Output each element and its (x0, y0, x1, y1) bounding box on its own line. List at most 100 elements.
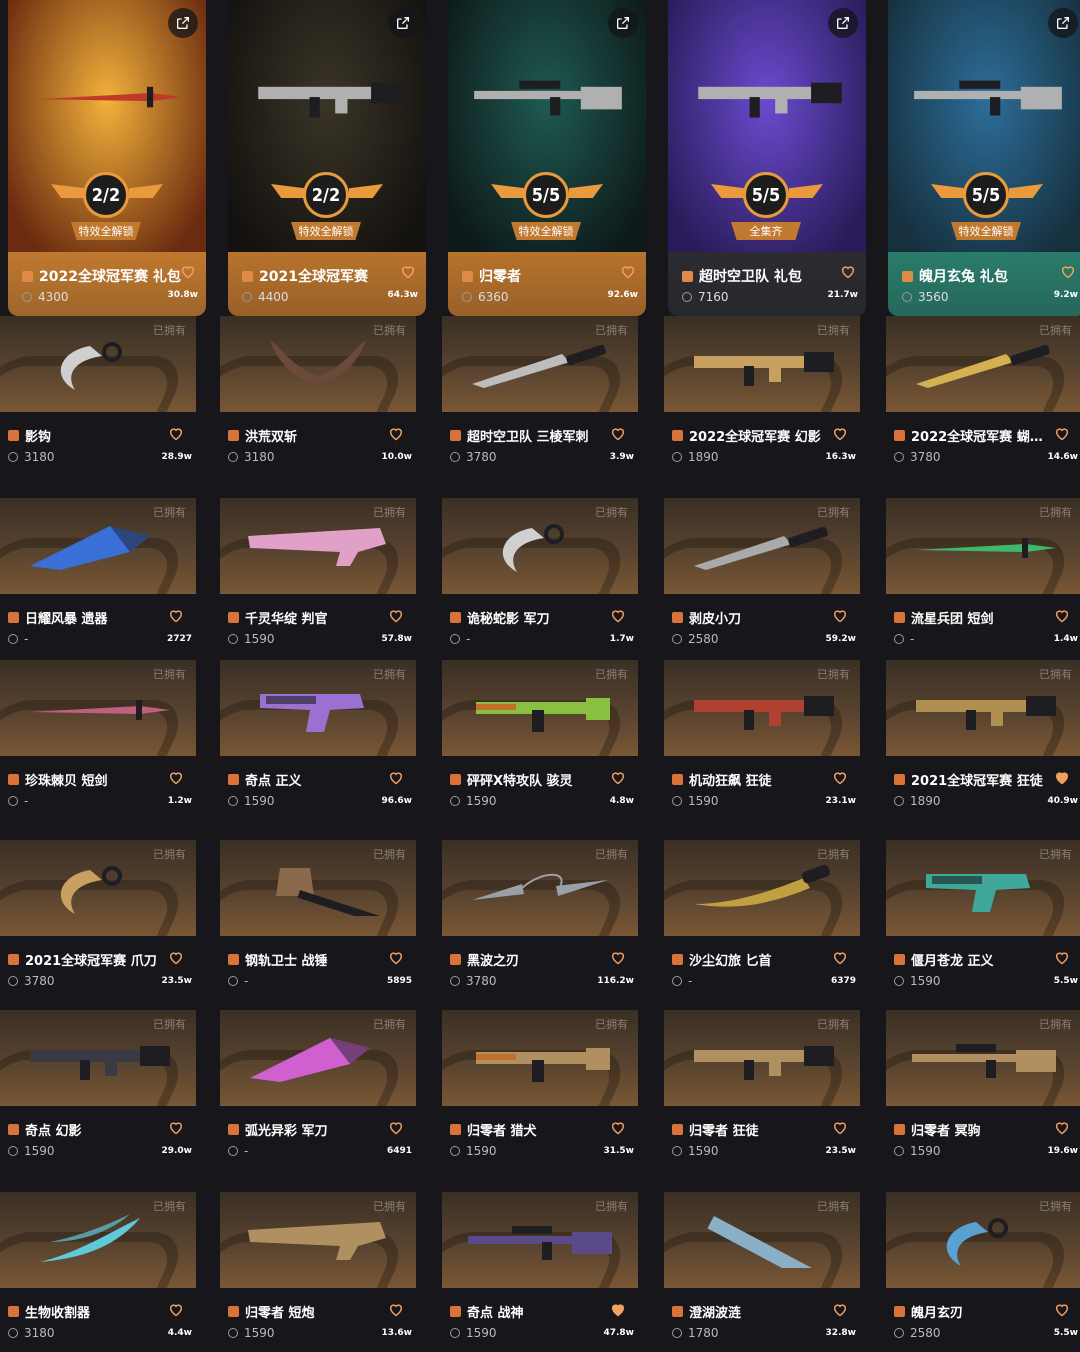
like-count: 4.4w (167, 1328, 192, 1338)
favorite-heart-icon[interactable] (610, 426, 626, 445)
bundle-card[interactable]: 2/2 特效全解锁 2021全球冠军赛 4400 64.3w (228, 0, 426, 316)
skin-card[interactable]: 已拥有 归零者 短炮 1590 13.6w (220, 1192, 416, 1352)
owned-label: 已拥有 (153, 1200, 186, 1213)
favorite-heart-icon[interactable] (610, 950, 626, 969)
skin-name: 黑波之刃 (450, 950, 519, 969)
skin-card[interactable]: 已拥有 珍珠棘贝 短剑 - 1.2w (0, 660, 196, 822)
share-icon[interactable] (608, 8, 638, 38)
like-count: 1.2w (167, 796, 192, 806)
favorite-heart-icon[interactable] (388, 1302, 404, 1321)
favorite-heart-icon[interactable] (832, 1120, 848, 1139)
skin-card[interactable]: 已拥有 剥皮小刀 2580 59.2w (664, 498, 860, 660)
skin-card[interactable]: 已拥有 奇点 战神 1590 47.8w (442, 1192, 638, 1352)
skin-card[interactable]: 已拥有 2021全球冠军赛 狂徒 1890 40.9w (886, 660, 1080, 822)
tier-icon (450, 954, 461, 965)
skin-card[interactable]: 已拥有 流星兵团 短剑 - 1.4w (886, 498, 1080, 660)
favorite-heart-icon[interactable] (180, 264, 196, 283)
favorite-heart-icon[interactable] (610, 1302, 626, 1321)
skin-card[interactable]: 已拥有 生物收割器 3180 4.4w (0, 1192, 196, 1352)
favorite-heart-icon[interactable] (1060, 264, 1076, 283)
like-count: 19.6w (1047, 1146, 1078, 1156)
favorite-heart-icon[interactable] (168, 950, 184, 969)
favorite-heart-icon[interactable] (168, 608, 184, 627)
like-count: 1.7w (609, 634, 634, 644)
favorite-heart-icon[interactable] (832, 950, 848, 969)
favorite-heart-icon[interactable] (1054, 1120, 1070, 1139)
bundle-artwork: 2/2 特效全解锁 (8, 0, 206, 252)
share-icon[interactable] (168, 8, 198, 38)
skin-price: 3780 (894, 450, 941, 464)
skin-card[interactable]: 已拥有 2022全球冠军赛 幻影 1890 16.3w (664, 316, 860, 478)
favorite-heart-icon[interactable] (400, 264, 416, 283)
favorite-heart-icon[interactable] (388, 426, 404, 445)
favorite-heart-icon[interactable] (388, 1120, 404, 1139)
skin-card[interactable]: 已拥有 奇点 幻影 1590 29.0w (0, 1010, 196, 1172)
skin-card[interactable]: 已拥有 魄月玄刃 2580 5.5w (886, 1192, 1080, 1352)
skin-card[interactable]: 已拥有 钢轨卫士 战锤 - 5895 (220, 840, 416, 1002)
bundle-card[interactable]: 5/5 特效全解锁 魄月玄兔 礼包 3560 9.2w (888, 0, 1080, 316)
bundle-price: 7160 (682, 290, 729, 304)
skin-artwork: 已拥有 (442, 1010, 638, 1106)
favorite-heart-icon[interactable] (1054, 770, 1070, 789)
favorite-heart-icon[interactable] (610, 1120, 626, 1139)
skin-card[interactable]: 已拥有 2021全球冠军赛 爪刀 3780 23.5w (0, 840, 196, 1002)
share-icon[interactable] (388, 8, 418, 38)
favorite-heart-icon[interactable] (1054, 1302, 1070, 1321)
favorite-heart-icon[interactable] (1054, 950, 1070, 969)
skin-card[interactable]: 已拥有 归零者 冥驹 1590 19.6w (886, 1010, 1080, 1172)
favorite-heart-icon[interactable] (1054, 426, 1070, 445)
favorite-heart-icon[interactable] (610, 770, 626, 789)
skin-card[interactable]: 已拥有 2022全球冠军赛 蝴… 3780 14.6w (886, 316, 1080, 478)
skin-price: 3180 (228, 450, 275, 464)
share-icon[interactable] (1048, 8, 1078, 38)
skin-card[interactable]: 已拥有 归零者 狂徒 1590 23.5w (664, 1010, 860, 1172)
favorite-heart-icon[interactable] (388, 950, 404, 969)
favorite-heart-icon[interactable] (832, 426, 848, 445)
skin-card[interactable]: 已拥有 机动狂飙 狂徒 1590 23.1w (664, 660, 860, 822)
favorite-heart-icon[interactable] (620, 264, 636, 283)
favorite-heart-icon[interactable] (168, 1120, 184, 1139)
weapon-graphic (60, 342, 122, 390)
favorite-heart-icon[interactable] (832, 770, 848, 789)
favorite-heart-icon[interactable] (832, 608, 848, 627)
favorite-heart-icon[interactable] (388, 608, 404, 627)
skin-card[interactable]: 已拥有 澄湖波涟 1780 32.8w (664, 1192, 860, 1352)
favorite-heart-icon[interactable] (168, 1302, 184, 1321)
skin-card[interactable]: 已拥有 沙尘幻旅 匕首 - 6379 (664, 840, 860, 1002)
favorite-heart-icon[interactable] (832, 1302, 848, 1321)
bundle-card[interactable]: 5/5 全集齐 超时空卫队 礼包 7160 21.7w (668, 0, 866, 316)
favorite-heart-icon[interactable] (610, 608, 626, 627)
skin-card[interactable]: 已拥有 偃月苍龙 正义 1590 5.5w (886, 840, 1080, 1002)
owned-label: 已拥有 (817, 848, 850, 861)
skin-price: - (672, 974, 692, 988)
favorite-heart-icon[interactable] (168, 426, 184, 445)
weapon-graphic (694, 352, 834, 386)
skin-card[interactable]: 已拥有 归零者 猎犬 1590 31.5w (442, 1010, 638, 1172)
collection-progress-badge: 2/2 特效全解锁 (267, 172, 387, 246)
skin-card[interactable]: 已拥有 千灵华绽 判官 1590 57.8w (220, 498, 416, 660)
owned-label: 已拥有 (373, 1200, 406, 1213)
owned-label: 已拥有 (1039, 848, 1072, 861)
favorite-heart-icon[interactable] (168, 770, 184, 789)
skin-card[interactable]: 已拥有 超时空卫队 三棱军刺 3780 3.9w (442, 316, 638, 478)
bundle-card[interactable]: 2/2 特效全解锁 2022全球冠军赛 礼包 4300 30.8w (8, 0, 206, 316)
share-icon[interactable] (828, 8, 858, 38)
skin-price: 3180 (8, 450, 55, 464)
skin-card[interactable]: 已拥有 日耀风暴 遗器 - 2727 (0, 498, 196, 660)
bundle-card[interactable]: 5/5 特效全解锁 归零者 6360 92.6w (448, 0, 646, 316)
tier-icon (450, 774, 461, 785)
favorite-heart-icon[interactable] (388, 770, 404, 789)
favorite-heart-icon[interactable] (840, 264, 856, 283)
skin-card[interactable]: 已拥有 砰砰X特攻队 骇灵 1590 4.8w (442, 660, 638, 822)
skin-card[interactable]: 已拥有 诡秘蛇影 军刀 - 1.7w (442, 498, 638, 660)
skin-artwork: 已拥有 (442, 660, 638, 756)
skin-name: 千灵华绽 判官 (228, 608, 328, 627)
favorite-heart-icon[interactable] (1054, 608, 1070, 627)
weapon-graphic (946, 1218, 1008, 1266)
skin-card[interactable]: 已拥有 黑波之刃 3780 116.2w (442, 840, 638, 1002)
skin-card[interactable]: 已拥有 洪荒双斩 3180 10.0w (220, 316, 416, 478)
progress-count: 5/5 (743, 172, 789, 218)
skin-card[interactable]: 已拥有 影钩 3180 28.9w (0, 316, 196, 478)
skin-card[interactable]: 已拥有 弧光异彩 军刀 - 6491 (220, 1010, 416, 1172)
skin-card[interactable]: 已拥有 奇点 正义 1590 96.6w (220, 660, 416, 822)
